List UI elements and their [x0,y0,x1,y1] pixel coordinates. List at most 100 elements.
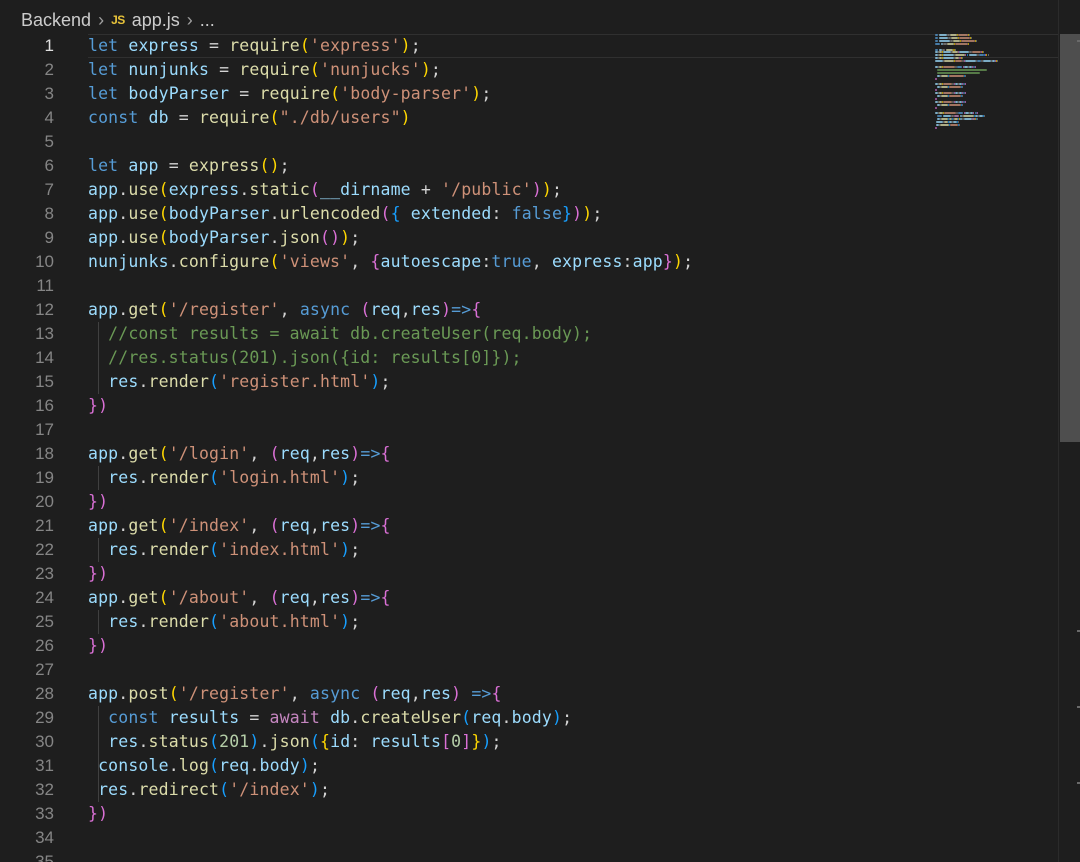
code-token: ) [481,732,492,751]
code-line[interactable]: 23}) [0,562,1058,586]
code-token: render [148,372,210,391]
code-line[interactable]: 13 //const results = await db.createUser… [0,322,1058,346]
code-token: ) [451,684,462,703]
code-token: { [471,300,482,319]
code-text: app.use(bodyParser.json()); [88,226,360,250]
code-token: { [320,732,331,751]
code-line[interactable]: 7 app.use(express.static(__dirname + '/pu… [0,178,1058,202]
code-token: ( [158,444,169,463]
code-line[interactable]: 34 [0,826,1058,850]
code-token: const [108,708,159,727]
code-line[interactable]: 30 res.status(201).json({id: results[0]}… [0,730,1058,754]
code-line[interactable]: 29 const results = await db.createUser(r… [0,706,1058,730]
code-token: ) [350,444,361,463]
code-token: let [88,84,119,103]
code-line[interactable]: 5 [0,130,1058,154]
editor-text-area[interactable]: 1 let express = require('express'); 2 let n… [0,34,1058,862]
minimap-token [943,83,952,86]
code-token: : [350,732,371,751]
code-token: . [118,588,129,607]
line-number: 17 [35,420,54,439]
code-line[interactable]: 26}) [0,634,1058,658]
breadcrumb-more[interactable]: ... [200,10,215,31]
code-token: configure [178,252,270,271]
code-line[interactable]: 3 let bodyParser = require('body-parser')… [0,82,1058,106]
scrollbar-thumb[interactable] [1060,34,1080,442]
code-line[interactable]: 11 [0,274,1058,298]
code-token: 'body-parser' [340,84,472,103]
code-line[interactable]: 12 app.get('/register', async (req,res)=>… [0,298,1058,322]
minimap-token [937,115,943,118]
code-token: app [88,228,119,247]
minimap-token [965,100,967,103]
code-text: res.redirect('/index'); [88,778,330,802]
line-number: 35 [35,852,54,862]
code-line[interactable]: 24 app.get('/about', (req,res)=>{ [0,586,1058,610]
code-line[interactable]: 9 app.use(bodyParser.json()); [0,226,1058,250]
code-token: use [128,204,159,223]
code-line[interactable]: 19 res.render('login.html'); [0,466,1058,490]
code-token: } [562,204,573,223]
code-token: ( [380,204,391,223]
line-number: 19 [35,468,54,487]
minimap-token [943,51,951,54]
code-line[interactable]: 18 app.get('/login', (req,res)=>{ [0,442,1058,466]
code-line[interactable]: 10 nunjunks.configure('views', {autoescap… [0,250,1058,274]
code-line[interactable]: 35 [0,850,1058,862]
code-line[interactable]: 1 let express = require('express'); [0,34,1058,58]
code-token: ; [350,228,361,247]
code-token: => [451,300,472,319]
code-token: render [148,468,210,487]
code-text: nunjunks.configure('views', {autoescape:… [88,250,693,274]
code-token: ( [209,732,220,751]
code-line[interactable]: 6 let app = express(); [0,154,1058,178]
code-line[interactable]: 33}) [0,802,1058,826]
code-line[interactable]: 25 res.render('about.html'); [0,610,1058,634]
code-line[interactable]: 4 const db = require("./db/users") [0,106,1058,130]
code-token: ( [158,300,169,319]
code-token: id [330,732,351,751]
minimap[interactable] [935,34,1025,134]
code-line[interactable]: 21 app.get('/index', (req,res)=>{ [0,514,1058,538]
minimap-token [954,42,968,45]
code-line[interactable]: 8 app.use(bodyParser.urlencoded({ extende… [0,202,1058,226]
minimap-token [967,42,969,45]
breadcrumb-folder[interactable]: Backend [21,10,91,31]
minimap-token [944,112,956,115]
code-line[interactable]: 31 console.log(req.body); [0,754,1058,778]
vertical-scrollbar[interactable] [1058,0,1080,862]
breadcrumb-file[interactable]: app.js [132,10,180,31]
code-line[interactable]: 20}) [0,490,1058,514]
line-number: 15 [35,372,54,391]
code-line[interactable]: 27 [0,658,1058,682]
code-line[interactable]: 2 let nunjunks = require('nunjucks'); [0,58,1058,82]
code-line[interactable]: 14 //res.status(201).json({id: results[0… [0,346,1058,370]
code-token: ; [319,780,331,799]
code-token: }) [88,492,109,511]
code-token: res [98,780,129,799]
code-token: ; [491,732,502,751]
minimap-token [948,103,962,106]
javascript-file-icon: JS [111,13,125,27]
code-token: , [249,516,270,535]
code-line[interactable]: 22 res.render('index.html'); [0,538,1058,562]
code-text: const db = require("./db/users") [88,106,411,130]
line-number: 25 [35,612,54,631]
minimap-token [958,34,968,36]
code-token: __dirname [320,180,411,199]
code-line[interactable]: 32 res.redirect('/index'); [0,778,1058,802]
code-token: req [380,684,411,703]
minimap-token [962,57,964,60]
code-line[interactable]: 28 app.post('/register', async (req,res) … [0,682,1058,706]
code-line[interactable]: 16}) [0,394,1058,418]
line-number: 32 [35,780,54,799]
code-token: app [128,156,159,175]
code-line[interactable]: 15 res.render('register.html'); [0,370,1058,394]
minimap-token [974,65,976,68]
code-token: } [662,252,673,271]
code-line[interactable]: 17 [0,418,1058,442]
code-token: . [501,708,512,727]
